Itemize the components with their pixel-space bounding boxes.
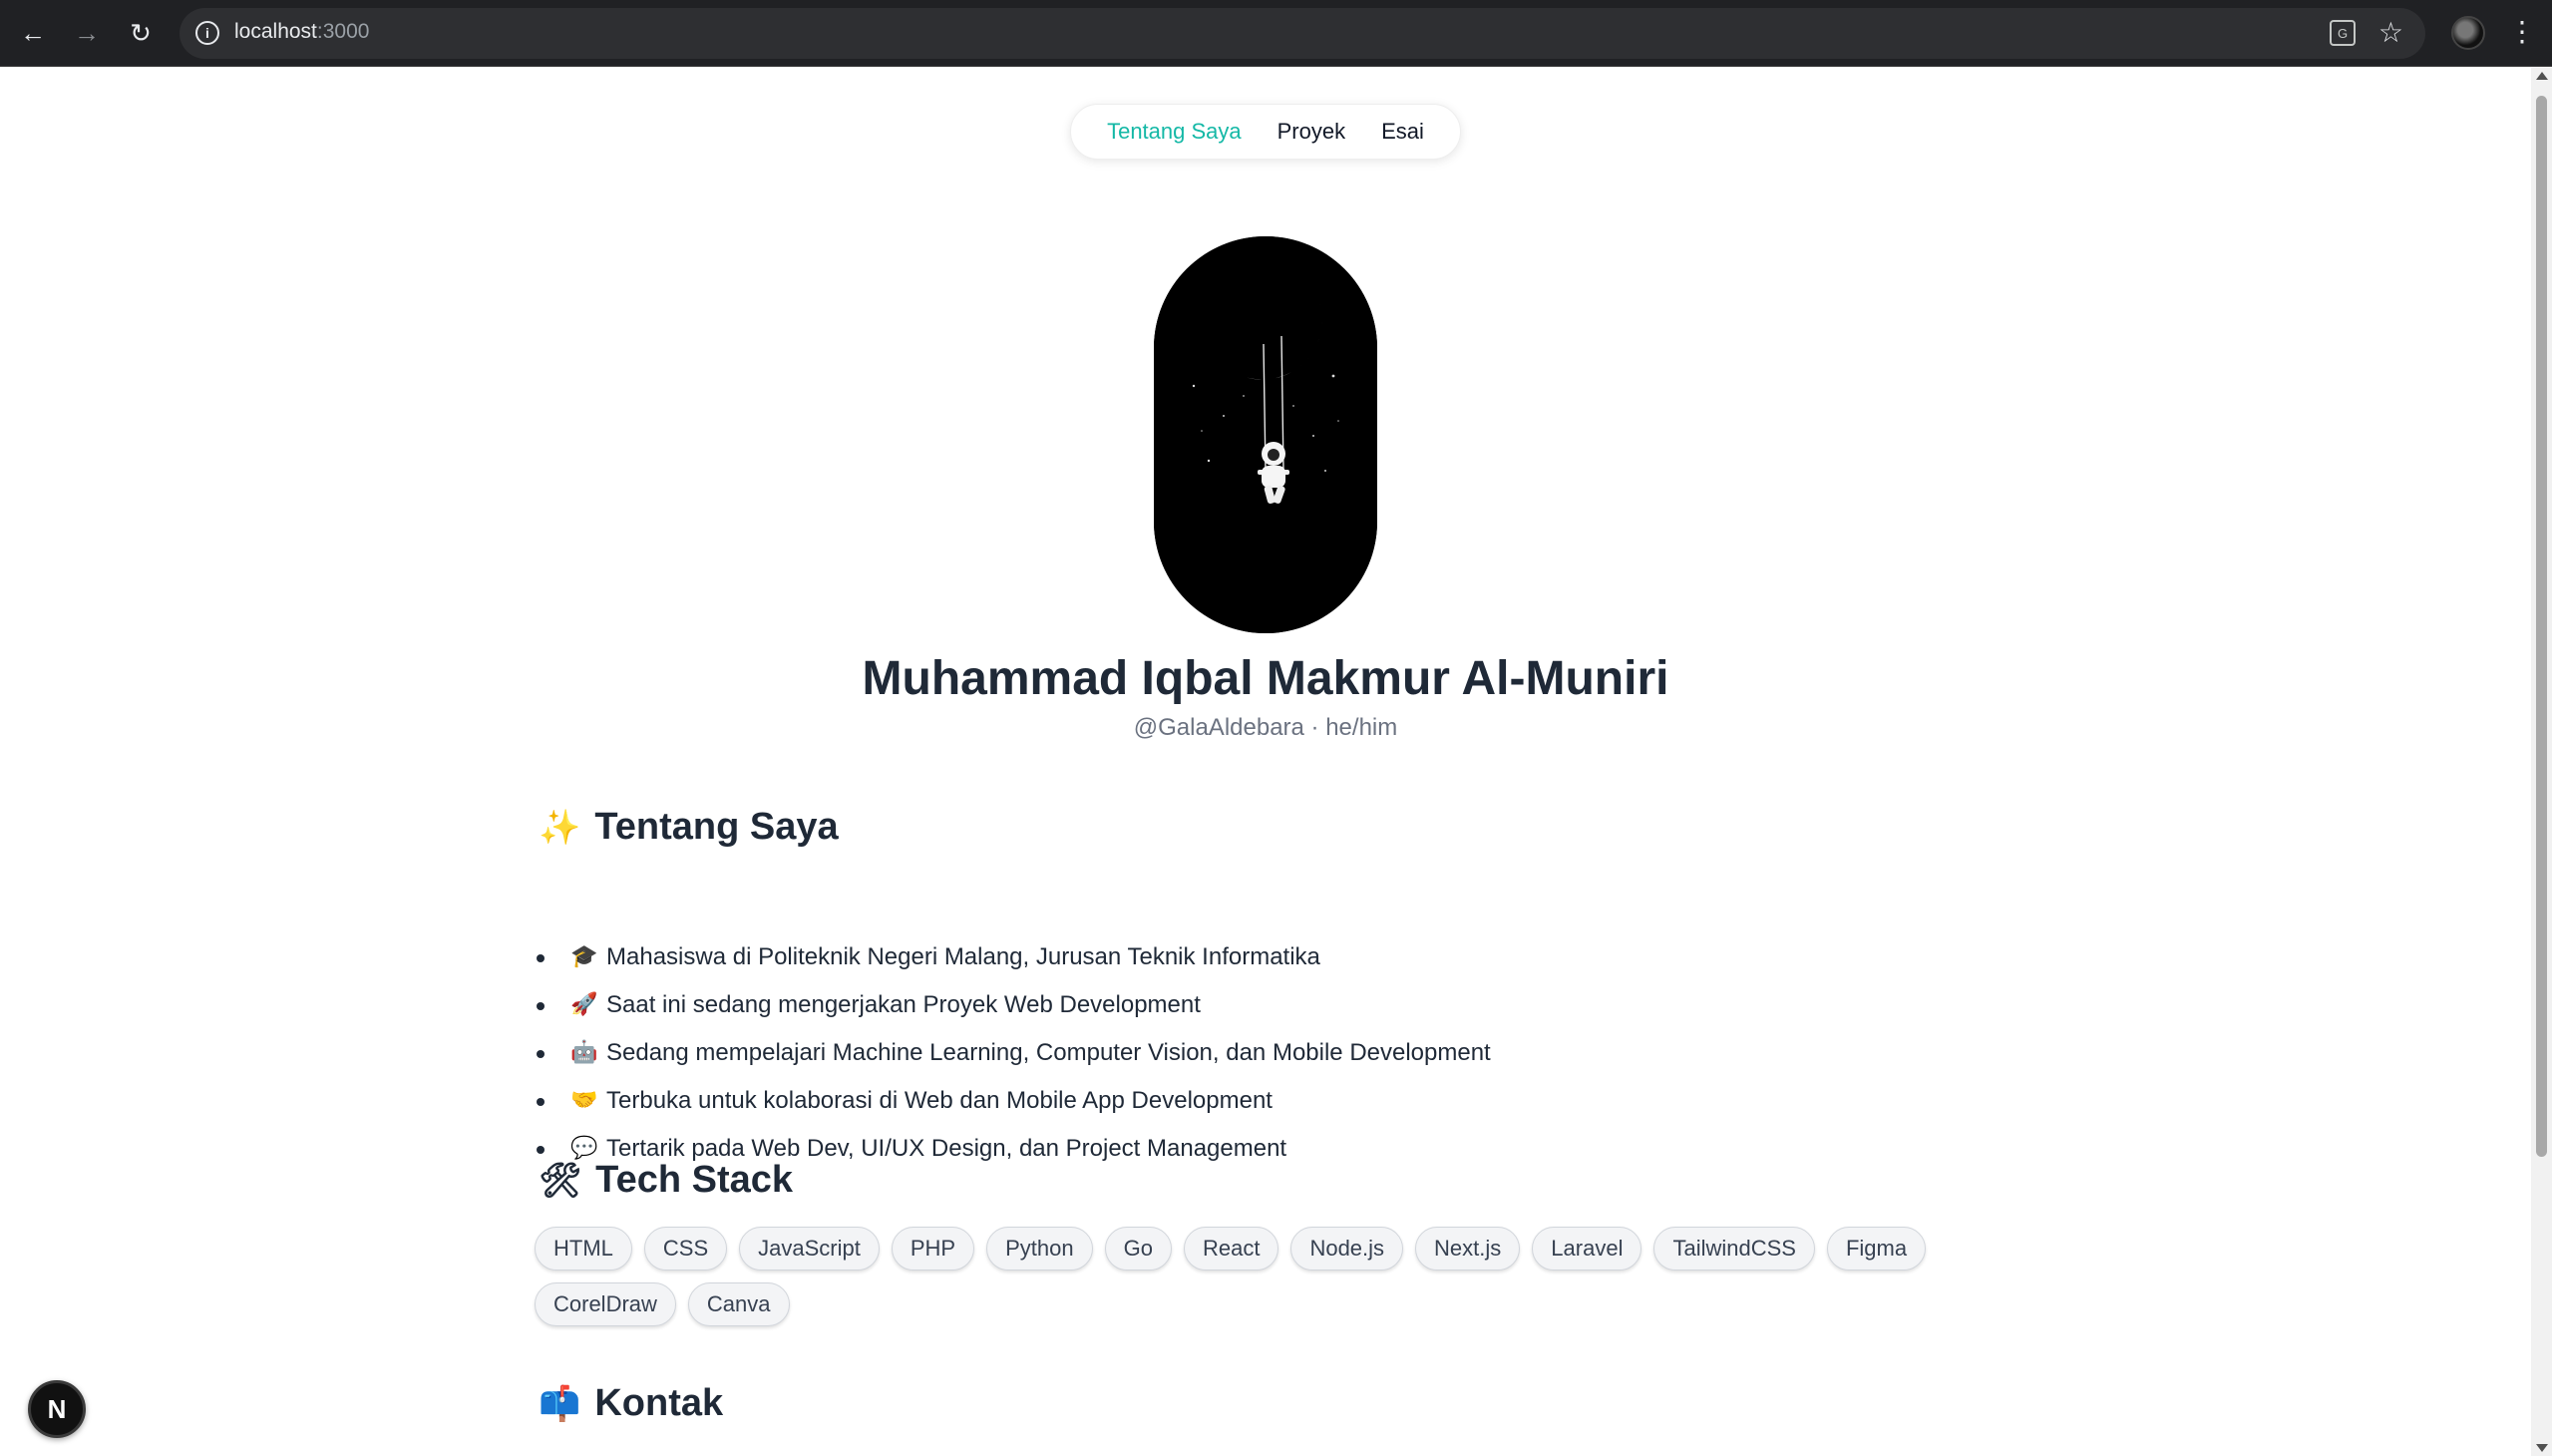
address-bar[interactable]: i localhost:3000 G ☆ [180, 8, 2425, 59]
profile-handle: @GalaAldebara · he/him [1133, 714, 1398, 741]
tech-tag: TailwindCSS [1653, 1227, 1815, 1271]
about-list: 🎓 Mahasiswa di Politeknik Negeri Malang, … [537, 933, 1491, 1173]
tech-tag: Python [986, 1227, 1093, 1271]
mailbox-icon: 📫 [539, 1383, 581, 1424]
section-title-tech-stack-label: Tech Stack [595, 1159, 794, 1201]
list-item-text: Terbuka untuk kolaborasi di Web dan Mobi… [606, 1087, 1273, 1114]
profile-photo [1154, 236, 1377, 633]
nextjs-dev-indicator-button[interactable]: N [28, 1380, 86, 1438]
tech-tag: HTML [535, 1227, 632, 1271]
back-arrow-icon[interactable]: ← [14, 14, 52, 52]
list-item: 🤝 Terbuka untuk kolaborasi di Web dan Mob… [537, 1077, 1491, 1125]
list-item: 🚀 Saat ini sedang mengerjakan Proyek Web … [537, 981, 1491, 1029]
list-item-text: Sedang mempelajari Machine Learning, Com… [606, 1039, 1491, 1066]
section-title-contact-label: Kontak [594, 1382, 724, 1424]
list-item: 🎓 Mahasiswa di Politeknik Negeri Malang, … [537, 933, 1491, 981]
section-title-about: ✨ Tentang Saya [539, 806, 839, 849]
tech-tag: Node.js [1290, 1227, 1404, 1271]
url-port: :3000 [316, 20, 370, 43]
tech-stack-tags: HTML CSS JavaScript PHP Python Go React … [535, 1227, 1941, 1326]
url-host: localhost [234, 20, 317, 43]
kebab-menu-icon[interactable]: ⋮ [2507, 14, 2537, 50]
profile-avatar[interactable] [2451, 16, 2485, 50]
reload-icon[interactable]: ↻ [122, 14, 160, 52]
astronaut-moon-swing-illustration [1154, 236, 1377, 633]
tech-tag: Next.js [1415, 1227, 1521, 1271]
url-text[interactable]: localhost:3000 [234, 20, 369, 44]
scroll-up-arrow-icon[interactable] [2536, 72, 2548, 80]
section-title-about-label: Tentang Saya [594, 806, 839, 848]
tech-tag: JavaScript [739, 1227, 880, 1271]
section-title-contact: 📫 Kontak [539, 1382, 723, 1425]
forward-arrow-icon[interactable]: → [68, 14, 106, 52]
profile-name: Muhammad Iqbal Makmur Al-Muniri [862, 652, 1669, 705]
tech-tag: React [1183, 1227, 1279, 1271]
browser-toolbar: ← → ↻ i localhost:3000 G ☆ ⋮ [0, 0, 2552, 67]
tech-tag: Canva [687, 1282, 790, 1326]
tech-tag: Figma [1826, 1227, 1927, 1271]
list-item-text: Saat ini sedang mengerjakan Proyek Web D… [606, 991, 1201, 1018]
nav-item-tentang-saya[interactable]: Tentang Saya [1107, 119, 1242, 145]
star-icon[interactable]: ☆ [2378, 16, 2403, 49]
tech-tag: CorelDraw [535, 1282, 676, 1326]
sparkles-icon: ✨ [539, 807, 581, 848]
nav-item-proyek[interactable]: Proyek [1277, 119, 1345, 145]
scroll-down-arrow-icon[interactable] [2536, 1444, 2548, 1452]
handshake-icon: 🤝 [570, 1088, 598, 1113]
tech-tag: CSS [643, 1227, 728, 1271]
graduation-cap-icon: 🎓 [570, 944, 598, 969]
nav-item-esai[interactable]: Esai [1381, 119, 1424, 145]
tech-tag: PHP [891, 1227, 975, 1271]
list-item: 🤖 Sedang mempelajari Machine Learning, Co… [537, 1029, 1491, 1077]
robot-icon: 🤖 [570, 1040, 598, 1065]
section-title-tech-stack: 🛠 Tech Stack [539, 1159, 793, 1202]
scroll-thumb[interactable] [2536, 96, 2547, 1157]
tech-tag: Laravel [1532, 1227, 1642, 1271]
translate-icon[interactable]: G [2330, 20, 2356, 46]
top-navigation: Tentang Saya Proyek Esai [1070, 104, 1461, 160]
rocket-icon: 🚀 [570, 992, 598, 1017]
tech-tag: Go [1104, 1227, 1172, 1271]
info-icon[interactable]: i [195, 21, 219, 45]
page-content: Tentang Saya Proyek Esai Muhammad Iqbal … [0, 68, 2531, 1456]
page-scrollbar[interactable] [2531, 68, 2552, 1456]
tools-icon: 🛠 [539, 1160, 582, 1201]
list-item-text: Mahasiswa di Politeknik Negeri Malang, J… [606, 943, 1320, 970]
